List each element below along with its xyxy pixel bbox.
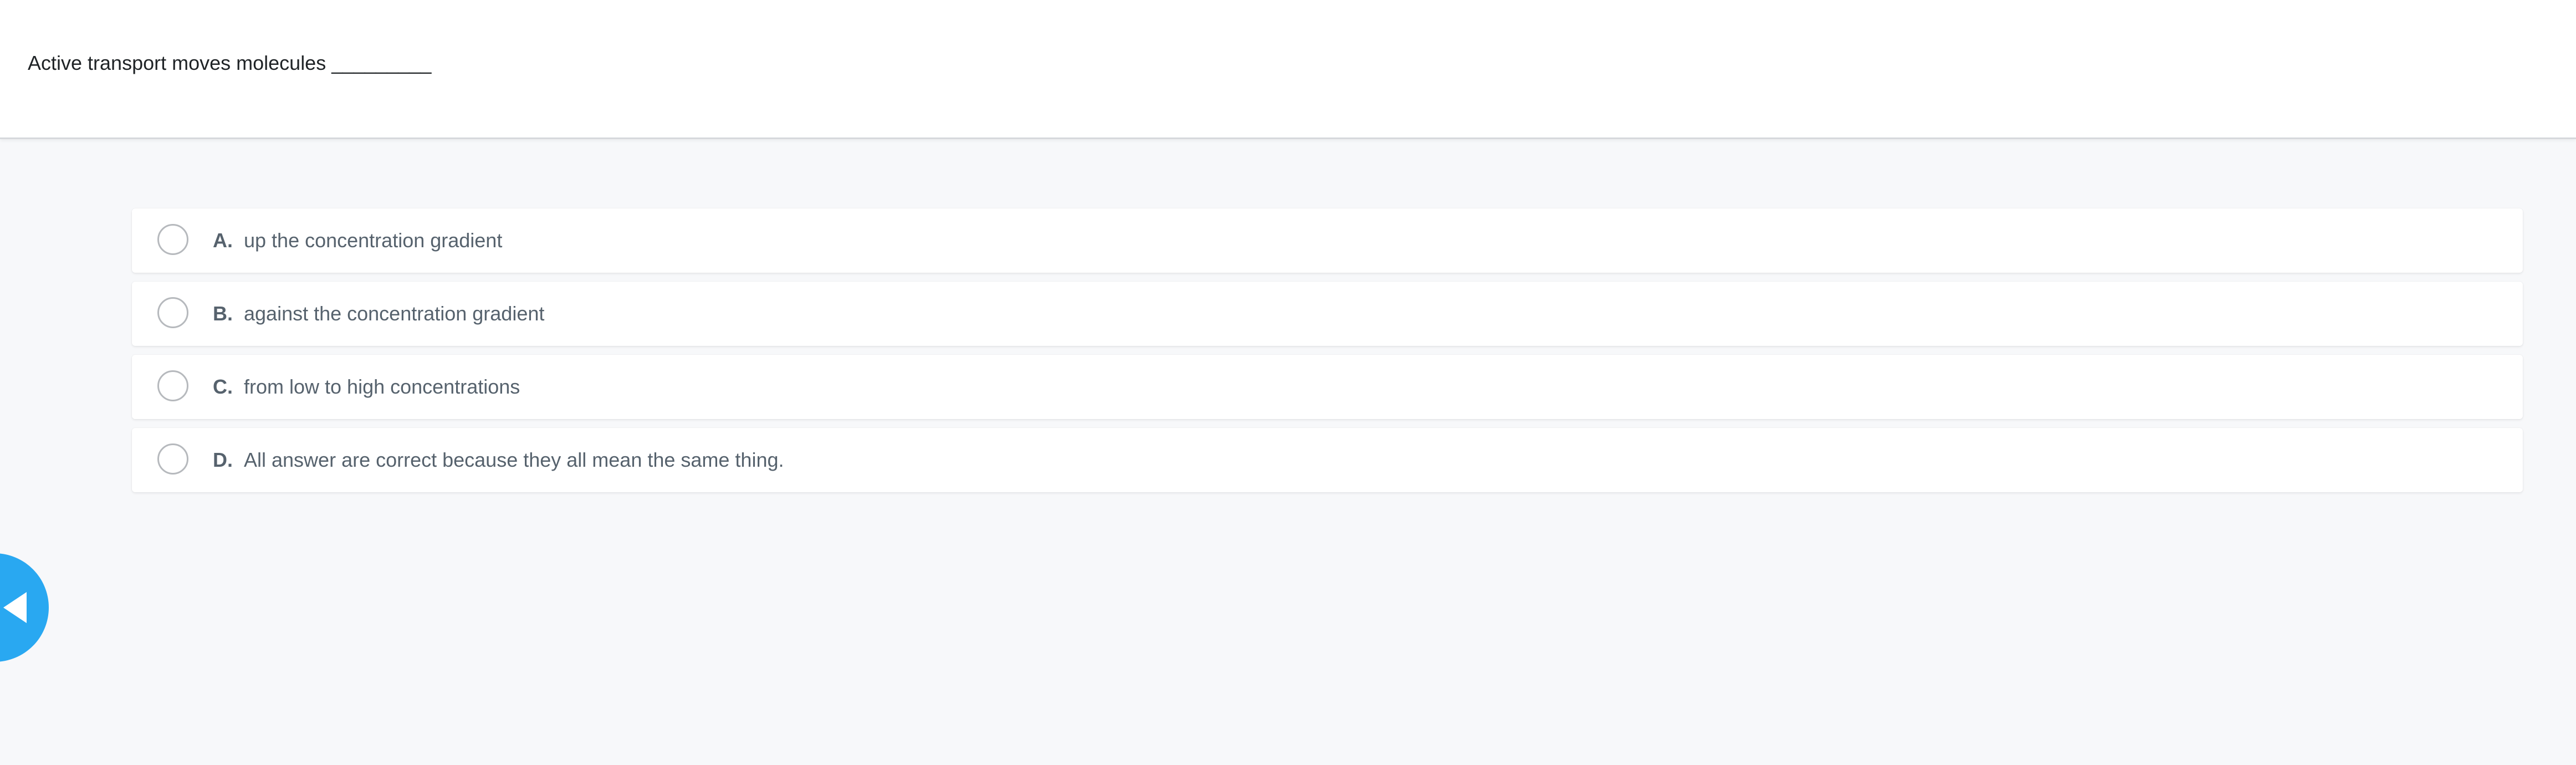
option-text: against the concentration gradient	[244, 302, 545, 325]
option-letter: B.	[213, 302, 233, 325]
radio-button-b[interactable]	[157, 297, 188, 328]
question-header: Active transport moves molecules _______…	[0, 0, 2576, 139]
option-c[interactable]: C. from low to high concentrations	[132, 355, 2523, 419]
option-text: All answer are correct because they all …	[244, 448, 784, 471]
answer-options: A. up the concentration gradient B. agai…	[132, 208, 2523, 501]
option-text: from low to high concentrations	[244, 375, 520, 398]
option-text: up the concentration gradient	[244, 229, 503, 252]
option-letter: C.	[213, 375, 233, 398]
radio-button-c[interactable]	[157, 370, 188, 401]
option-a[interactable]: A. up the concentration gradient	[132, 208, 2523, 273]
option-b[interactable]: B. against the concentration gradient	[132, 282, 2523, 346]
radio-button-a[interactable]	[157, 224, 188, 255]
option-d[interactable]: D. All answer are correct because they a…	[132, 428, 2523, 492]
option-letter: D.	[213, 448, 233, 471]
back-button[interactable]	[0, 553, 49, 662]
question-text: Active transport moves molecules _______…	[28, 52, 432, 74]
triangle-left-icon	[3, 592, 27, 623]
radio-button-d[interactable]	[157, 443, 188, 475]
option-letter: A.	[213, 229, 233, 252]
